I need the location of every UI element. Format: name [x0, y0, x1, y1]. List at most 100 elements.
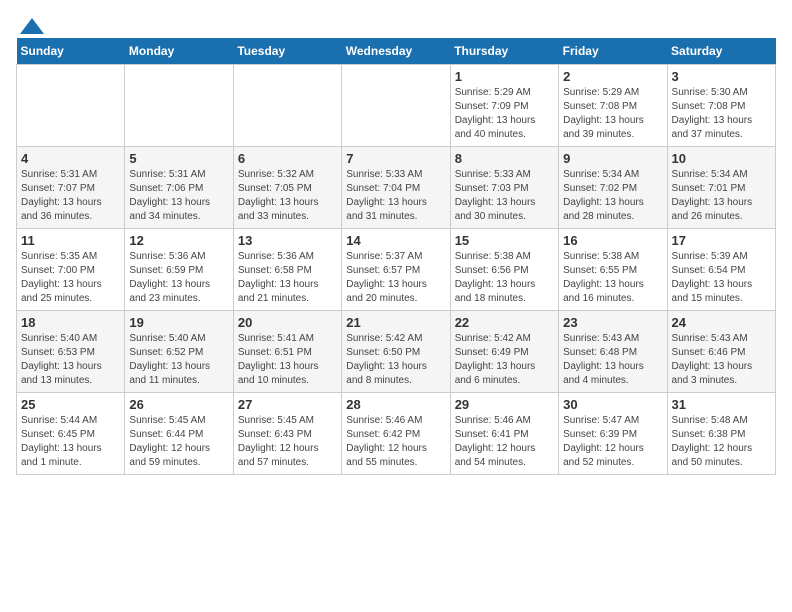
day-info: Sunrise: 5:32 AM Sunset: 7:05 PM Dayligh…	[238, 168, 337, 224]
day-number: 15	[455, 233, 554, 248]
day-info: Sunrise: 5:36 AM Sunset: 6:59 PM Dayligh…	[129, 250, 228, 306]
day-info: Sunrise: 5:33 AM Sunset: 7:04 PM Dayligh…	[346, 168, 445, 224]
day-number: 10	[672, 151, 771, 166]
day-info: Sunrise: 5:31 AM Sunset: 7:06 PM Dayligh…	[129, 168, 228, 224]
day-info: Sunrise: 5:45 AM Sunset: 6:43 PM Dayligh…	[238, 414, 337, 470]
day-info: Sunrise: 5:39 AM Sunset: 6:54 PM Dayligh…	[672, 250, 771, 306]
day-number: 3	[672, 69, 771, 84]
calendar-cell: 10 Sunrise: 5:34 AM Sunset: 7:01 PM Dayli…	[667, 147, 775, 229]
calendar-cell	[17, 65, 125, 147]
calendar-cell: 24 Sunrise: 5:43 AM Sunset: 6:46 PM Dayli…	[667, 311, 775, 393]
calendar-cell: 16Sunrise: 5:38 AM Sunset: 6:55 PM Dayli…	[559, 229, 667, 311]
calendar-cell: 9Sunrise: 5:34 AM Sunset: 7:02 PM Daylig…	[559, 147, 667, 229]
calendar-cell: 28 Sunrise: 5:46 AM Sunset: 6:42 PM Dayli…	[342, 393, 450, 475]
calendar-table: Sunday Monday Tuesday Wednesday Thursday…	[16, 38, 776, 475]
day-info: Sunrise: 5:43 AM Sunset: 6:48 PM Dayligh…	[563, 332, 662, 388]
day-number: 19	[129, 315, 228, 330]
col-tuesday: Tuesday	[233, 38, 341, 65]
day-number: 16	[563, 233, 662, 248]
calendar-cell: 21 Sunrise: 5:42 AM Sunset: 6:50 PM Dayli…	[342, 311, 450, 393]
calendar-cell: 1 Sunrise: 5:29 AM Sunset: 7:09 PM Daylig…	[450, 65, 558, 147]
calendar-header-row: Sunday Monday Tuesday Wednesday Thursday…	[17, 38, 776, 65]
calendar-cell: 3Sunrise: 5:30 AM Sunset: 7:08 PM Daylig…	[667, 65, 775, 147]
calendar-cell: 6 Sunrise: 5:32 AM Sunset: 7:05 PM Daylig…	[233, 147, 341, 229]
calendar-cell: 4Sunrise: 5:31 AM Sunset: 7:07 PM Daylig…	[17, 147, 125, 229]
day-info: Sunrise: 5:45 AM Sunset: 6:44 PM Dayligh…	[129, 414, 228, 470]
day-info: Sunrise: 5:42 AM Sunset: 6:49 PM Dayligh…	[455, 332, 554, 388]
col-monday: Monday	[125, 38, 233, 65]
calendar-week-row: 18Sunrise: 5:40 AM Sunset: 6:53 PM Dayli…	[17, 311, 776, 393]
day-number: 11	[21, 233, 120, 248]
day-number: 7	[346, 151, 445, 166]
day-info: Sunrise: 5:35 AM Sunset: 7:00 PM Dayligh…	[21, 250, 120, 306]
calendar-cell	[342, 65, 450, 147]
day-number: 20	[238, 315, 337, 330]
calendar-week-row: 25 Sunrise: 5:44 AM Sunset: 6:45 PM Dayli…	[17, 393, 776, 475]
logo	[16, 16, 46, 34]
day-info: Sunrise: 5:47 AM Sunset: 6:39 PM Dayligh…	[563, 414, 662, 470]
day-info: Sunrise: 5:29 AM Sunset: 7:09 PM Dayligh…	[455, 86, 554, 142]
col-thursday: Thursday	[450, 38, 558, 65]
day-info: Sunrise: 5:46 AM Sunset: 6:41 PM Dayligh…	[455, 414, 554, 470]
calendar-cell	[233, 65, 341, 147]
day-number: 6	[238, 151, 337, 166]
day-info: Sunrise: 5:37 AM Sunset: 6:57 PM Dayligh…	[346, 250, 445, 306]
day-number: 29	[455, 397, 554, 412]
day-number: 21	[346, 315, 445, 330]
day-number: 5	[129, 151, 228, 166]
day-number: 8	[455, 151, 554, 166]
day-number: 25	[21, 397, 120, 412]
calendar-cell: 29 Sunrise: 5:46 AM Sunset: 6:41 PM Dayli…	[450, 393, 558, 475]
calendar-cell: 13 Sunrise: 5:36 AM Sunset: 6:58 PM Dayli…	[233, 229, 341, 311]
day-number: 22	[455, 315, 554, 330]
day-number: 28	[346, 397, 445, 412]
calendar-cell: 19 Sunrise: 5:40 AM Sunset: 6:52 PM Dayli…	[125, 311, 233, 393]
day-info: Sunrise: 5:42 AM Sunset: 6:50 PM Dayligh…	[346, 332, 445, 388]
day-number: 14	[346, 233, 445, 248]
day-info: Sunrise: 5:34 AM Sunset: 7:02 PM Dayligh…	[563, 168, 662, 224]
day-number: 26	[129, 397, 228, 412]
day-info: Sunrise: 5:38 AM Sunset: 6:56 PM Dayligh…	[455, 250, 554, 306]
calendar-cell: 5 Sunrise: 5:31 AM Sunset: 7:06 PM Daylig…	[125, 147, 233, 229]
day-info: Sunrise: 5:36 AM Sunset: 6:58 PM Dayligh…	[238, 250, 337, 306]
calendar-week-row: 11 Sunrise: 5:35 AM Sunset: 7:00 PM Dayli…	[17, 229, 776, 311]
calendar-cell: 17 Sunrise: 5:39 AM Sunset: 6:54 PM Dayli…	[667, 229, 775, 311]
logo-icon	[18, 16, 46, 38]
day-info: Sunrise: 5:46 AM Sunset: 6:42 PM Dayligh…	[346, 414, 445, 470]
calendar-cell: 18Sunrise: 5:40 AM Sunset: 6:53 PM Dayli…	[17, 311, 125, 393]
day-number: 30	[563, 397, 662, 412]
calendar-cell: 11 Sunrise: 5:35 AM Sunset: 7:00 PM Dayli…	[17, 229, 125, 311]
day-info: Sunrise: 5:29 AM Sunset: 7:08 PM Dayligh…	[563, 86, 662, 142]
day-info: Sunrise: 5:34 AM Sunset: 7:01 PM Dayligh…	[672, 168, 771, 224]
day-number: 12	[129, 233, 228, 248]
calendar-cell: 12 Sunrise: 5:36 AM Sunset: 6:59 PM Dayli…	[125, 229, 233, 311]
col-sunday: Sunday	[17, 38, 125, 65]
calendar-cell: 27 Sunrise: 5:45 AM Sunset: 6:43 PM Dayli…	[233, 393, 341, 475]
day-number: 4	[21, 151, 120, 166]
day-info: Sunrise: 5:43 AM Sunset: 6:46 PM Dayligh…	[672, 332, 771, 388]
day-info: Sunrise: 5:40 AM Sunset: 6:53 PM Dayligh…	[21, 332, 120, 388]
day-number: 27	[238, 397, 337, 412]
calendar-cell	[125, 65, 233, 147]
calendar-cell: 15 Sunrise: 5:38 AM Sunset: 6:56 PM Dayli…	[450, 229, 558, 311]
col-wednesday: Wednesday	[342, 38, 450, 65]
day-number: 2	[563, 69, 662, 84]
calendar-cell: 25 Sunrise: 5:44 AM Sunset: 6:45 PM Dayli…	[17, 393, 125, 475]
day-info: Sunrise: 5:48 AM Sunset: 6:38 PM Dayligh…	[672, 414, 771, 470]
day-number: 17	[672, 233, 771, 248]
calendar-cell: 8 Sunrise: 5:33 AM Sunset: 7:03 PM Daylig…	[450, 147, 558, 229]
calendar-cell: 30 Sunrise: 5:47 AM Sunset: 6:39 PM Dayli…	[559, 393, 667, 475]
day-info: Sunrise: 5:44 AM Sunset: 6:45 PM Dayligh…	[21, 414, 120, 470]
day-number: 1	[455, 69, 554, 84]
col-friday: Friday	[559, 38, 667, 65]
page-header	[16, 16, 776, 34]
day-number: 24	[672, 315, 771, 330]
calendar-cell: 20 Sunrise: 5:41 AM Sunset: 6:51 PM Dayli…	[233, 311, 341, 393]
day-info: Sunrise: 5:41 AM Sunset: 6:51 PM Dayligh…	[238, 332, 337, 388]
day-info: Sunrise: 5:40 AM Sunset: 6:52 PM Dayligh…	[129, 332, 228, 388]
day-number: 13	[238, 233, 337, 248]
day-info: Sunrise: 5:33 AM Sunset: 7:03 PM Dayligh…	[455, 168, 554, 224]
day-number: 31	[672, 397, 771, 412]
calendar-cell: 23Sunrise: 5:43 AM Sunset: 6:48 PM Dayli…	[559, 311, 667, 393]
calendar-cell: 14 Sunrise: 5:37 AM Sunset: 6:57 PM Dayli…	[342, 229, 450, 311]
